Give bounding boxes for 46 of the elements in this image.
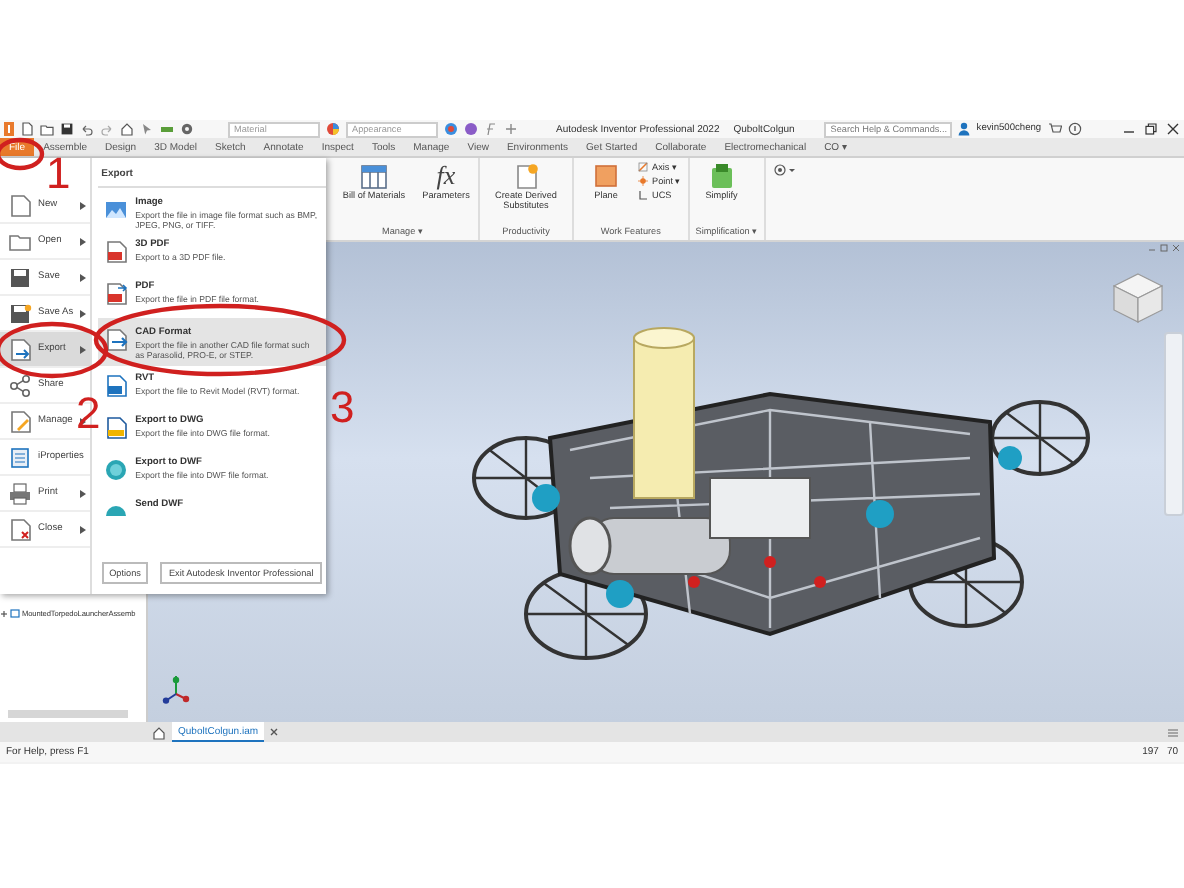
close-icon[interactable] bbox=[1166, 122, 1180, 136]
document-pencil-icon bbox=[8, 409, 32, 433]
expand-icon[interactable] bbox=[0, 609, 8, 617]
save-icon bbox=[8, 265, 32, 289]
annotation-number: 3 bbox=[330, 386, 355, 430]
pdf-file-icon bbox=[103, 240, 128, 264]
function-glyph: fx bbox=[436, 162, 456, 190]
cart-icon[interactable] bbox=[1047, 122, 1062, 136]
dwg-file-icon bbox=[103, 416, 128, 440]
close-icon[interactable] bbox=[270, 728, 279, 736]
caret-icon[interactable] bbox=[788, 164, 797, 176]
plus-icon[interactable] bbox=[504, 122, 518, 136]
assembly-icon bbox=[10, 608, 20, 618]
view-cube-icon[interactable] bbox=[1110, 270, 1166, 326]
user-icon[interactable] bbox=[958, 122, 971, 136]
cad-export-icon bbox=[103, 328, 128, 352]
function-icon[interactable] bbox=[484, 122, 498, 136]
redo-icon[interactable] bbox=[100, 122, 114, 136]
color-sphere-icon[interactable] bbox=[326, 122, 340, 136]
appearance-icon[interactable] bbox=[444, 122, 458, 136]
rvt-file-icon bbox=[103, 374, 128, 398]
pdf-file-icon bbox=[103, 282, 128, 306]
globe-icon bbox=[103, 458, 128, 482]
undo-icon[interactable] bbox=[80, 122, 94, 136]
save-as-icon bbox=[8, 301, 32, 325]
help-icon[interactable] bbox=[1067, 122, 1082, 136]
share-icon bbox=[8, 373, 32, 397]
point-icon[interactable] bbox=[638, 176, 648, 186]
picture-icon bbox=[103, 198, 128, 222]
new-file-icon bbox=[8, 193, 32, 217]
printer-icon bbox=[8, 481, 32, 505]
folder-icon bbox=[8, 229, 32, 253]
axis-icon[interactable] bbox=[638, 162, 648, 172]
properties-icon bbox=[8, 445, 32, 469]
restore-icon[interactable] bbox=[1144, 122, 1158, 136]
scrollbar[interactable] bbox=[8, 710, 128, 718]
close-document-icon bbox=[8, 517, 32, 541]
table-icon[interactable] bbox=[360, 162, 388, 190]
coordinate-system-icon[interactable] bbox=[638, 190, 648, 200]
export-icon bbox=[8, 337, 32, 361]
simplify-icon[interactable] bbox=[707, 162, 736, 190]
save-icon[interactable] bbox=[60, 122, 74, 136]
app-logo-icon[interactable] bbox=[4, 122, 14, 136]
plane-icon[interactable] bbox=[592, 162, 620, 190]
derived-part-icon[interactable] bbox=[512, 162, 540, 190]
navigation-wheel-icon[interactable] bbox=[774, 164, 787, 176]
